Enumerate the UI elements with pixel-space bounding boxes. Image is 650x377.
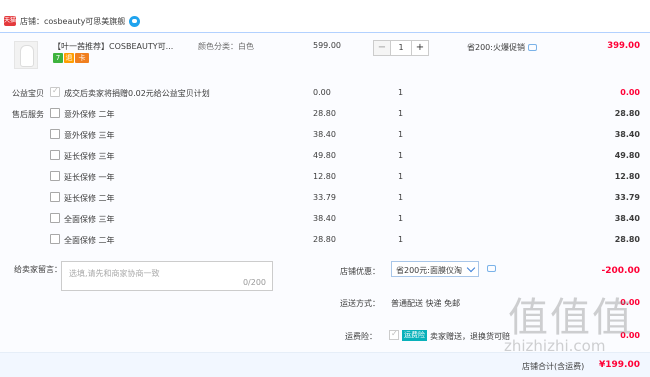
service-qty: 1 [398, 151, 404, 160]
service-row: 售后服务 意外保修 二年 28.80 1 28.80 [0, 104, 650, 125]
service-amount: 49.80 [614, 151, 640, 160]
insurance-tag: 运费险 [402, 330, 427, 341]
service-name: 意外保修 二年 [64, 110, 115, 119]
charity-price: 0.00 [313, 88, 331, 97]
service-price: 38.40 [313, 214, 336, 223]
credit-card-icon: 卡 [75, 53, 89, 63]
quantity-decrease-button[interactable]: − [373, 40, 391, 56]
shop-header: 天猫 店铺：cosbeauty可思美旗舰 [0, 12, 650, 30]
discount-select[interactable]: 省200元:面膜仪淘 [391, 261, 479, 277]
service-checkbox[interactable] [50, 129, 60, 139]
service-price: 12.80 [313, 172, 336, 181]
discount-info-icon[interactable] [487, 265, 496, 272]
service-amount: 33.79 [614, 193, 640, 202]
shop-total-label: 店铺合计(含运费) [522, 362, 585, 371]
message-char-count: 0/200 [242, 278, 266, 287]
service-name: 意外保修 三年 [64, 131, 115, 140]
insurance-amount: 0.00 [620, 331, 640, 340]
service-checkbox[interactable] [50, 150, 60, 160]
service-price: 49.80 [313, 151, 336, 160]
insurance-label: 运费险： [345, 332, 377, 341]
service-checkbox[interactable] [50, 171, 60, 181]
order-panel: 【叶一茜推荐】COSBEAUTY可... 7 退 卡 颜色分类：白色 599.0… [0, 32, 650, 377]
wangwang-chat-icon[interactable] [129, 15, 141, 27]
transport-label: 运送方式： [340, 299, 380, 308]
service-qty: 1 [398, 235, 404, 244]
discount-selected-value: 省200元:面膜仪淘 [396, 266, 462, 275]
service-amount: 38.40 [614, 130, 640, 139]
message-textarea[interactable]: 选填,请先和商家协商一致 0/200 [61, 261, 273, 291]
service-price: 28.80 [313, 109, 336, 118]
service-name: 延长保修 一年 [64, 173, 115, 182]
service-checkbox[interactable] [50, 192, 60, 202]
service-row: 全面保修 三年 38.40 1 38.40 [0, 209, 650, 230]
services-label: 售后服务 [12, 110, 44, 119]
discount-amount: -200.00 [601, 266, 640, 276]
insurance-checkbox [389, 329, 399, 340]
product-title-link[interactable]: 【叶一茜推荐】COSBEAUTY可... [53, 41, 173, 52]
service-qty: 1 [398, 130, 404, 139]
service-price: 38.40 [313, 130, 336, 139]
shop-name-link[interactable]: 店铺：cosbeauty可思美旗舰 [20, 16, 125, 27]
service-checkbox[interactable] [50, 213, 60, 223]
service-price: 33.79 [313, 193, 336, 202]
seven-day-return-icon: 7 [53, 53, 63, 63]
transport-value: 普通配送 快递 免邮 [391, 299, 461, 308]
service-checkbox[interactable] [50, 234, 60, 244]
quantity-increase-button[interactable]: + [411, 40, 429, 56]
product-badges: 7 退 卡 [53, 53, 89, 63]
charity-checkbox [50, 86, 60, 97]
tmall-icon: 天猫 [4, 16, 17, 26]
charity-label: 公益宝贝 [12, 89, 44, 98]
promo-info-icon[interactable] [527, 44, 537, 51]
message-label: 给卖家留言： [14, 265, 62, 274]
service-name: 全面保修 二年 [64, 236, 115, 245]
service-qty: 1 [398, 214, 404, 223]
service-row: 延长保修 一年 12.80 1 12.80 [0, 167, 650, 188]
product-thumbnail[interactable] [14, 41, 38, 69]
service-qty: 1 [398, 193, 404, 202]
service-qty: 1 [398, 172, 404, 181]
service-price: 28.80 [313, 235, 336, 244]
service-row: 延长保修 三年 49.80 1 49.80 [0, 146, 650, 167]
service-name: 延长保修 三年 [64, 152, 115, 161]
product-sku: 颜色分类：白色 [198, 42, 254, 51]
service-row: 全面保修 二年 28.80 1 28.80 [0, 230, 650, 251]
charity-amount: 0.00 [620, 88, 640, 97]
service-row: 延长保修 二年 33.79 1 33.79 [0, 188, 650, 209]
service-amount: 28.80 [614, 235, 640, 244]
service-name: 全面保修 三年 [64, 215, 115, 224]
charity-row: 公益宝贝 成交后卖家将捐赠0.02元给公益宝贝计划 0.00 1 0.00 [0, 83, 650, 104]
service-qty: 1 [398, 109, 404, 118]
product-price: 599.00 [313, 41, 341, 50]
shop-total-amount: ¥199.00 [599, 360, 640, 370]
service-row: 意外保修 三年 38.40 1 38.40 [0, 125, 650, 146]
transport-amount: 0.00 [620, 298, 640, 307]
shop-total-bar: 店铺合计(含运费) ¥199.00 [0, 352, 650, 377]
message-placeholder: 选填,请先和商家协商一致 [69, 269, 160, 278]
charity-qty: 1 [398, 88, 404, 97]
discount-label: 店铺优惠： [340, 267, 380, 276]
charity-text: 成交后卖家将捐赠0.02元给公益宝贝计划 [64, 89, 210, 98]
chevron-down-icon [466, 263, 476, 273]
service-amount: 12.80 [614, 172, 640, 181]
quantity-input[interactable]: 1 [391, 40, 411, 56]
service-name: 延长保修 二年 [64, 194, 115, 203]
insurance-text: 卖家赠送，退换货可赔 [430, 332, 510, 341]
return-guarantee-icon: 退 [64, 53, 74, 63]
service-amount: 38.40 [614, 214, 640, 223]
promo-label: 省200:火爆促销 [467, 43, 525, 52]
service-amount: 28.80 [614, 109, 640, 118]
promo-text: 省200:火爆促销 [467, 42, 537, 53]
product-total: 399.00 [607, 41, 640, 51]
product-row: 【叶一茜推荐】COSBEAUTY可... 7 退 卡 颜色分类：白色 599.0… [0, 33, 650, 77]
service-checkbox[interactable] [50, 108, 60, 118]
quantity-stepper: − 1 + [373, 40, 429, 56]
